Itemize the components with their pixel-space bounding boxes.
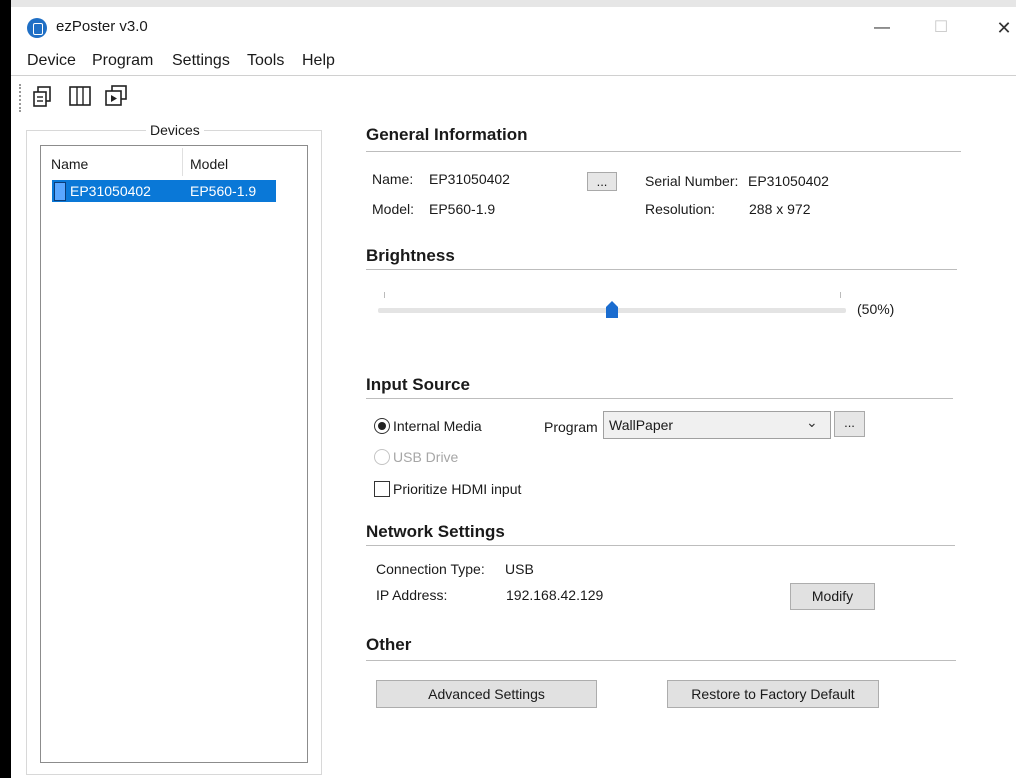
resolution-label: Resolution: (645, 201, 716, 217)
brightness-percent: (50%) (857, 301, 895, 317)
ip-address-value: 192.168.42.129 (506, 587, 604, 603)
other-divider (366, 660, 956, 661)
program-select-value: WallPaper (609, 417, 674, 433)
serial-number-value: EP31050402 (748, 173, 829, 189)
menu-help[interactable]: Help (302, 52, 335, 70)
connection-type-value: USB (505, 561, 534, 577)
prioritize-hdmi-label[interactable]: Prioritize HDMI input (393, 481, 521, 497)
brightness-divider (366, 269, 957, 270)
layout-split-icon[interactable] (68, 84, 92, 108)
advanced-settings-button[interactable]: Advanced Settings (376, 680, 597, 708)
network-settings-heading: Network Settings (366, 522, 505, 541)
brightness-slider-thumb[interactable] (606, 301, 618, 318)
internal-media-label[interactable]: Internal Media (393, 418, 482, 434)
menu-settings[interactable]: Settings (172, 52, 230, 70)
top-border (11, 0, 1016, 7)
usb-drive-radio[interactable] (374, 449, 390, 465)
resolution-value: 288 x 972 (749, 201, 811, 217)
general-information-heading: General Information (366, 125, 528, 144)
rename-button[interactable]: ... (587, 172, 617, 191)
modify-button[interactable]: Modify (790, 583, 875, 610)
model-label: Model: (372, 201, 415, 217)
column-divider (182, 148, 183, 176)
name-label: Name: (372, 171, 414, 187)
ip-address-label: IP Address: (376, 587, 448, 603)
column-header-model[interactable]: Model (190, 156, 228, 172)
device-stack-icon[interactable] (31, 84, 55, 108)
menu-program[interactable]: Program (92, 52, 153, 70)
network-divider (366, 545, 955, 546)
brightness-heading: Brightness (366, 246, 455, 265)
model-value: EP560-1.9 (429, 201, 496, 217)
slider-tick-max (840, 292, 841, 298)
chevron-down-icon[interactable]: ⌄ (806, 414, 818, 431)
prioritize-hdmi-checkbox[interactable] (374, 481, 390, 497)
slider-tick-min (384, 292, 385, 298)
column-header-name[interactable]: Name (51, 156, 88, 172)
input-source-heading: Input Source (366, 375, 470, 394)
device-icon (54, 182, 66, 201)
toolbar-grip (19, 84, 23, 112)
internal-media-radio[interactable] (374, 418, 390, 434)
serial-number-label: Serial Number: (645, 173, 739, 189)
app-logo-icon (27, 18, 47, 38)
left-border (0, 0, 11, 778)
device-list[interactable] (40, 145, 308, 763)
play-media-icon[interactable] (104, 84, 128, 108)
devices-group-label: Devices (146, 122, 204, 138)
restore-factory-default-button[interactable]: Restore to Factory Default (667, 680, 879, 708)
program-browse-button[interactable]: ... (834, 411, 865, 437)
close-button[interactable]: ✕ (984, 13, 1016, 43)
name-value: EP31050402 (429, 171, 510, 187)
minimize-button[interactable]: — (862, 13, 902, 43)
menu-device[interactable]: Device (27, 52, 76, 70)
program-label: Program (544, 419, 598, 435)
other-heading: Other (366, 635, 412, 654)
menu-separator (11, 75, 1016, 76)
input-divider (366, 398, 953, 399)
window-title: ezPoster v3.0 (56, 18, 148, 35)
device-row-name: EP31050402 (70, 183, 151, 199)
connection-type-label: Connection Type: (376, 561, 485, 577)
menu-tools[interactable]: Tools (247, 52, 284, 70)
device-row-model: EP560-1.9 (190, 183, 257, 199)
usb-drive-label: USB Drive (393, 449, 459, 465)
general-divider (366, 151, 961, 152)
maximize-button[interactable]: ☐ (921, 13, 961, 43)
